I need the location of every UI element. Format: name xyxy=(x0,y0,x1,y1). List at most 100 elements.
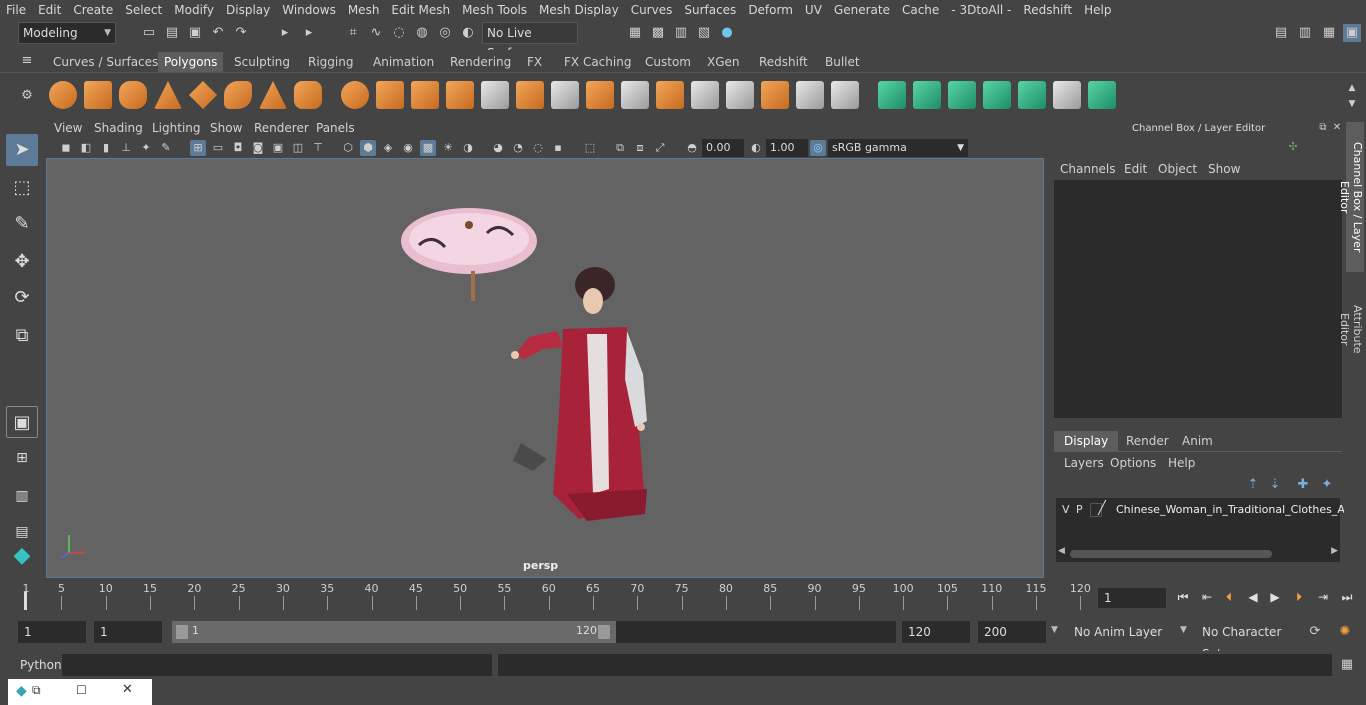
animation-preferences-icon[interactable]: ✺ xyxy=(1336,623,1354,641)
depth-of-field-icon[interactable]: ▪ xyxy=(550,140,566,156)
multi-cut-icon[interactable] xyxy=(551,81,579,109)
command-language-label[interactable]: Python xyxy=(20,658,62,672)
uv-spherical-icon[interactable] xyxy=(948,81,976,109)
layer-tab-anim[interactable]: Anim xyxy=(1172,431,1223,451)
menu-modify[interactable]: Modify xyxy=(168,3,220,17)
viewport-menu-lighting[interactable]: Lighting xyxy=(152,121,201,135)
menu-curves[interactable]: Curves xyxy=(625,3,679,17)
side-tab-channel-box[interactable]: Channel Box / Layer Editor xyxy=(1338,122,1364,272)
new-layer-selected-icon[interactable]: ✦ xyxy=(1318,476,1336,494)
shelf-tab-bullet[interactable]: Bullet xyxy=(819,52,866,72)
grid-toggle-icon[interactable]: ⊞ xyxy=(190,140,206,156)
frame-selection-icon[interactable]: ⤢ xyxy=(652,140,668,156)
channel-box-area[interactable] xyxy=(1054,180,1342,418)
shelf-settings-icon[interactable]: ⚙ xyxy=(18,87,36,105)
resolution-gate-icon[interactable]: ◘ xyxy=(230,140,246,156)
shelf-tab-animation[interactable]: Animation xyxy=(367,52,440,72)
playback-start-field[interactable]: 1 xyxy=(94,621,162,643)
select-tool-icon[interactable]: ➤ xyxy=(6,134,38,166)
shelf-menu-icon[interactable]: ≡ xyxy=(18,52,36,70)
poly-cube-icon[interactable] xyxy=(84,81,112,109)
shadows-icon[interactable]: ◑ xyxy=(460,140,476,156)
field-chart-icon[interactable]: ▣ xyxy=(270,140,286,156)
layer-list-scrollbar[interactable] xyxy=(1070,550,1272,558)
snap-surface-icon[interactable]: ◎ xyxy=(436,24,454,42)
uv-editor-icon[interactable] xyxy=(1018,81,1046,109)
xray-joints-icon[interactable]: ⧉ xyxy=(612,140,628,156)
poly-pipe-icon[interactable] xyxy=(294,81,322,109)
channel-box-toggle-icon[interactable]: ▦ xyxy=(1320,24,1338,42)
layer-playback-toggle[interactable]: P xyxy=(1076,503,1083,516)
shelf-scroll-down-icon[interactable]: ▼ xyxy=(1343,95,1361,113)
range-slider-fill[interactable] xyxy=(172,621,616,643)
target-weld-icon[interactable] xyxy=(761,81,789,109)
xray-icon[interactable]: ◉ xyxy=(400,140,416,156)
save-scene-icon[interactable]: ▣ xyxy=(186,24,204,42)
ambient-occlusion-icon[interactable]: ◕ xyxy=(490,140,506,156)
menu-redshift[interactable]: Redshift xyxy=(1017,3,1078,17)
move-layer-down-icon[interactable]: ⇣ xyxy=(1266,476,1284,494)
layer-tab-render[interactable]: Render xyxy=(1116,431,1179,451)
color-management-icon[interactable]: ◎ xyxy=(810,140,826,156)
color-space-dropdown[interactable]: sRGB gamma ▼ xyxy=(828,139,968,157)
snap-point-icon[interactable]: ◌ xyxy=(390,24,408,42)
bevel-icon[interactable] xyxy=(481,81,509,109)
menu-mesh-tools[interactable]: Mesh Tools xyxy=(456,3,533,17)
layer-name[interactable]: Chinese_Woman_in_Traditional_Clothes_A_ xyxy=(1116,503,1350,516)
layer-visibility-toggle[interactable]: V xyxy=(1062,503,1070,516)
poly-sphere-icon[interactable] xyxy=(49,81,77,109)
four-view-layout-icon[interactable]: ⊞ xyxy=(6,442,38,474)
shelf-tab-sculpting[interactable]: Sculpting xyxy=(228,52,296,72)
camera-attributes-icon[interactable]: ◧ xyxy=(78,140,94,156)
current-time-marker[interactable] xyxy=(24,592,27,610)
gamma-field[interactable]: 1.00 xyxy=(766,139,808,157)
bookmark-icon[interactable]: ▮ xyxy=(98,140,114,156)
outliner-layout-icon[interactable]: ▥ xyxy=(6,480,38,512)
wireframe-icon[interactable]: ⬡ xyxy=(340,140,356,156)
scale-tool-icon[interactable]: ⧉ xyxy=(6,320,38,352)
checker-map-icon[interactable] xyxy=(1053,81,1081,109)
shelf-tab-xgen[interactable]: XGen xyxy=(701,52,746,72)
menu-help[interactable]: Help xyxy=(1078,3,1117,17)
render-frame-icon[interactable]: ▩ xyxy=(649,24,667,42)
uv-cylindrical-icon[interactable] xyxy=(913,81,941,109)
shelf-tab-rendering[interactable]: Rendering xyxy=(444,52,517,72)
poly-plane-icon[interactable] xyxy=(189,81,217,109)
range-slider[interactable]: 1 120 xyxy=(172,621,896,643)
shelf-tab-redshift[interactable]: Redshift xyxy=(753,52,814,72)
new-layer-icon[interactable]: ✚ xyxy=(1294,476,1312,494)
render-settings-icon[interactable]: ▦ xyxy=(626,24,644,42)
bridge-icon[interactable] xyxy=(516,81,544,109)
outliner-toggle-icon[interactable]: ▥ xyxy=(1296,24,1314,42)
scroll-left-icon[interactable]: ◀ xyxy=(1058,546,1065,556)
workspace-dropdown[interactable]: Modeling ▼ xyxy=(18,22,116,44)
chevron-down-icon[interactable]: ▼ xyxy=(1051,625,1058,635)
open-scene-icon[interactable]: ▤ xyxy=(163,24,181,42)
select-object-icon[interactable]: ▸ xyxy=(300,24,318,42)
layer-menu-layers[interactable]: Layers xyxy=(1064,456,1104,470)
new-scene-icon[interactable]: ▭ xyxy=(140,24,158,42)
animation-start-field[interactable]: 1 xyxy=(18,621,86,643)
play-forward-icon[interactable]: ▶ xyxy=(1266,588,1284,606)
triangulate-icon[interactable] xyxy=(831,81,859,109)
menu-windows[interactable]: Windows xyxy=(276,3,342,17)
move-tool-icon[interactable]: ✥ xyxy=(6,246,38,278)
layer-menu-options[interactable]: Options xyxy=(1110,456,1156,470)
render-view-icon[interactable]: ▧ xyxy=(695,24,713,42)
close-window-icon[interactable]: ✕ xyxy=(122,682,133,697)
merge-icon[interactable] xyxy=(726,81,754,109)
layer-row[interactable]: V P ╱ Chinese_Woman_in_Traditional_Cloth… xyxy=(1056,500,1350,520)
anti-aliasing-icon[interactable]: ◌ xyxy=(530,140,546,156)
script-editor-icon[interactable]: ▦ xyxy=(1338,656,1356,674)
use-lights-icon[interactable]: ☀ xyxy=(440,140,456,156)
maximize-icon[interactable]: ☐ xyxy=(76,683,87,697)
menu-edit[interactable]: Edit xyxy=(32,3,67,17)
uv-automatic-icon[interactable] xyxy=(983,81,1011,109)
channel-box-options-icon[interactable]: ✣ xyxy=(1284,138,1302,156)
attribute-editor-toggle-icon[interactable]: ▣ xyxy=(1343,24,1361,42)
channel-box-menu-show[interactable]: Show xyxy=(1208,162,1240,176)
menu-generate[interactable]: Generate xyxy=(828,3,896,17)
shelf-tab-fx-caching[interactable]: FX Caching xyxy=(558,52,637,72)
step-back-key-icon[interactable]: ⇤ xyxy=(1198,588,1216,606)
paint-select-tool-icon[interactable]: ✎ xyxy=(6,208,38,240)
